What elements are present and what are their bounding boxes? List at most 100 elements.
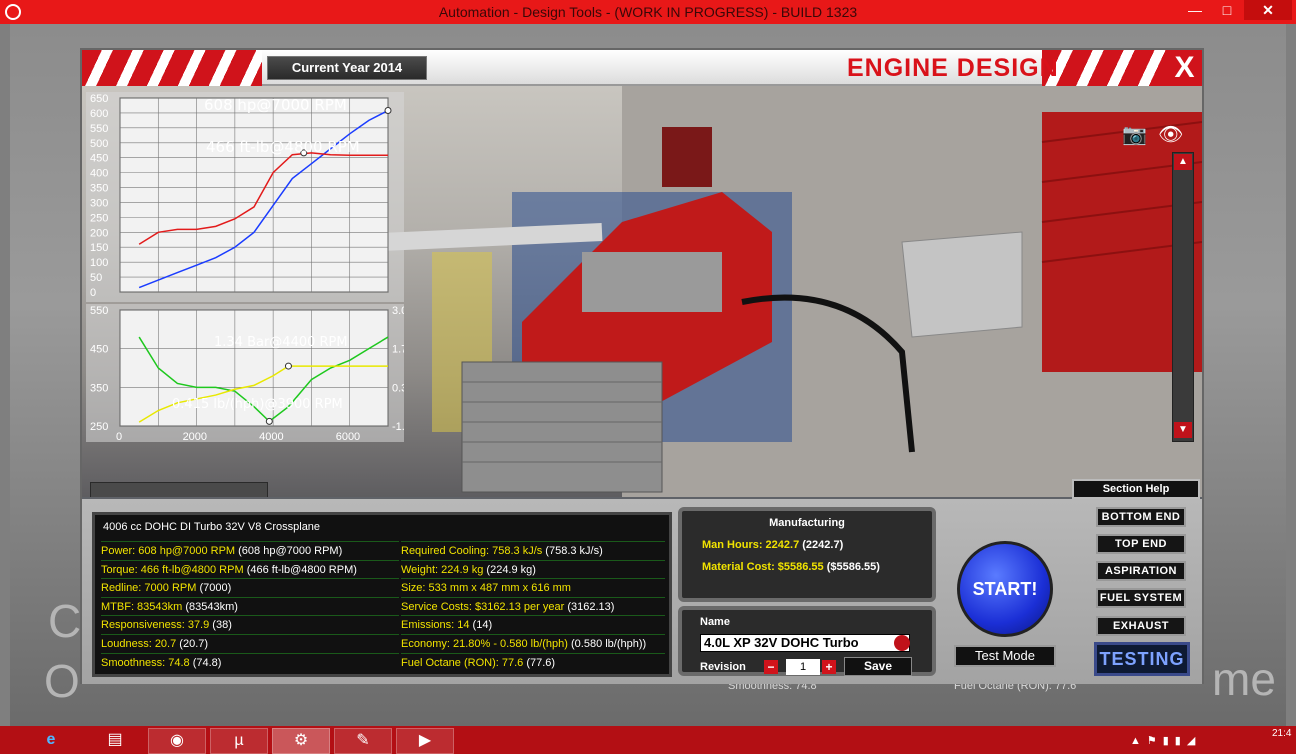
- stat-right-value: Weight: 224.9 kg: [401, 563, 484, 576]
- revision-increment-button[interactable]: +: [822, 660, 836, 674]
- stat-left-row: Loudness: 20.7 (20.7): [101, 634, 399, 652]
- stat-left-row: Redline: 7000 RPM (7000): [101, 578, 399, 596]
- engine-design-panel: 650 600 550 500 450 400 350 300 250 200 150 100 50 0 6…: [80, 48, 1204, 684]
- stat-left-extra: (466 ft-lb@4800 RPM): [243, 563, 357, 576]
- maximize-button[interactable]: □: [1212, 0, 1242, 20]
- stat-right-value: Service Costs: $3162.13 per year: [401, 600, 565, 613]
- scroll-up-icon[interactable]: ▲: [1174, 154, 1192, 170]
- eye-icon[interactable]: 👁: [1158, 122, 1183, 147]
- stat-right-row: Required Cooling: 758.3 kJ/s (758.3 kJ/s…: [401, 541, 665, 559]
- stat-right-row: Economy: 21.80% - 0.580 lb/(hph) (0.580 …: [401, 634, 665, 652]
- close-panel-button[interactable]: X: [1167, 50, 1202, 86]
- data-marker: [284, 362, 292, 370]
- y-tick-label: 250: [90, 421, 108, 433]
- y-tick-label: 500: [90, 138, 108, 150]
- engine-name-input[interactable]: 4.0L XP 32V DOHC Turbo: [700, 634, 910, 652]
- stat-right-value: Emissions: 14: [401, 619, 470, 632]
- stat-right-extra: (224.9 kg): [483, 563, 536, 576]
- automation-game-icon[interactable]: ⚙: [272, 728, 330, 754]
- man-hours-value: Man Hours: 2242.7: [702, 539, 800, 551]
- current-year: Current Year 2014: [267, 56, 427, 80]
- stat-right-extra: (758.3 kJ/s): [542, 545, 603, 557]
- stat-left-extra: (38): [209, 619, 232, 632]
- stat-right-extra: (77.6): [523, 656, 556, 669]
- nav-aspiration[interactable]: ASPIRATION: [1096, 561, 1186, 581]
- stat-right-extra: (14): [469, 619, 493, 632]
- view-slider[interactable]: [90, 482, 268, 497]
- reset-name-icon[interactable]: [894, 635, 910, 651]
- y2-tick-label: 1.7: [392, 344, 404, 356]
- save-button[interactable]: Save: [844, 657, 912, 676]
- y-tick-label: 650: [90, 93, 108, 105]
- media-player-icon[interactable]: ▶: [396, 728, 454, 754]
- x-tick-label: 4000: [259, 431, 283, 442]
- internet-explorer-icon[interactable]: e: [22, 728, 80, 754]
- name-label: Name: [700, 616, 730, 628]
- nav-fuel-system[interactable]: FUEL SYSTEM: [1096, 588, 1186, 608]
- engine-summary: 4006 cc DOHC DI Turbo 32V V8 Crossplane: [103, 521, 321, 533]
- stat-left-extra: (608 hp@7000 RPM): [235, 545, 343, 557]
- name-panel: Name 4.0L XP 32V DOHC Turbo Revision − 1…: [678, 606, 936, 676]
- y-tick-label: 200: [90, 227, 108, 239]
- material-cost-extra: ($5586.55): [826, 561, 880, 573]
- chart-annotation: 1.34 Bar@4400 RPM: [214, 335, 348, 350]
- stat-right-row: Weight: 224.9 kg (224.9 kg): [401, 559, 665, 578]
- stat-left-row: Torque: 466 ft-lb@4800 RPM (466 ft-lb@48…: [101, 559, 399, 578]
- stat-left-value: Responsiveness: 37.9: [101, 619, 210, 632]
- app-window: Automation - Design Tools - (WORK IN PRO…: [0, 0, 1296, 726]
- camera-icon[interactable]: 📷: [1122, 122, 1147, 147]
- stat-left-row: Responsiveness: 37.9 (38): [101, 615, 399, 633]
- utorrent-icon[interactable]: µ: [210, 728, 268, 754]
- revision-value: 1: [786, 659, 820, 675]
- header-stripes: [1042, 50, 1167, 86]
- nav-testing[interactable]: TESTING: [1094, 642, 1190, 676]
- background-text: me: [1212, 653, 1276, 705]
- y-tick-label: 550: [90, 123, 108, 135]
- stat-left-row: MTBF: 83543km (83543km): [101, 596, 399, 615]
- taskbar: e ▤ ◉ µ ⚙ ✎ ▶ ▲⚑▮▮◢ 21:4: [0, 726, 1296, 754]
- data-marker: [265, 417, 273, 425]
- nav-top-end[interactable]: TOP END: [1096, 534, 1186, 554]
- nav-exhaust[interactable]: EXHAUST: [1096, 616, 1186, 636]
- start-button[interactable]: START!: [957, 541, 1053, 637]
- zoom-scrollbar[interactable]: [1172, 152, 1194, 442]
- stat-left-extra: (7000): [196, 582, 232, 595]
- engine-stats-panel: 4006 cc DOHC DI Turbo 32V V8 Crossplane …: [92, 512, 672, 677]
- boost-economy-chart: 550 450 350 250 3.0 1.7 0.3 -1.0 0 2000 4000 6000 1.…: [86, 304, 404, 442]
- stat-left-row: Power: 608 hp@7000 RPM (608 hp@7000 RPM): [101, 541, 399, 559]
- y-tick-label: 450: [90, 153, 108, 165]
- y-tick-label: 250: [90, 212, 108, 224]
- material-cost: Material Cost: $5586.55 ($5586.55): [702, 561, 880, 573]
- power-torque-chart-svg: 6506005505004504003503002502001501005006…: [90, 93, 392, 299]
- manufacturing-title: Manufacturing: [769, 517, 845, 529]
- y-tick-label: 300: [90, 197, 108, 209]
- stat-left-row: Smoothness: 74.8 (74.8): [101, 652, 399, 671]
- revision-decrement-button[interactable]: −: [764, 660, 778, 674]
- bottom-panel: Section Help 4006 cc DOHC DI Turbo 32V V…: [82, 479, 1202, 684]
- stat-right-row: Service Costs: $3162.13 per year (3162.1…: [401, 596, 665, 615]
- stat-left-value: Smoothness: 74.8: [101, 656, 190, 669]
- chart-annotation: 0.415 lb/(hph)@3900 RPM: [172, 397, 343, 412]
- paint-icon[interactable]: ✎: [334, 728, 392, 754]
- x-tick-label: 6000: [336, 431, 360, 442]
- close-window-button[interactable]: ✕: [1244, 0, 1292, 20]
- scroll-down-icon[interactable]: ▼: [1174, 422, 1192, 438]
- engine-3d-view[interactable]: 650 600 550 500 450 400 350 300 250 200 150 100 50 0 6…: [82, 82, 1202, 497]
- nav-bottom-end[interactable]: BOTTOM END: [1096, 507, 1186, 527]
- clock: 21:4: [1272, 728, 1292, 739]
- man-hours-extra: (2242.7): [802, 539, 844, 551]
- test-mode-button[interactable]: Test Mode: [954, 645, 1056, 667]
- stat-right-row: Size: 533 mm x 487 mm x 616 mm: [401, 578, 665, 596]
- y-tick-label: 550: [90, 305, 108, 317]
- chart-annotation: 608 hp@7000 RPM: [204, 96, 347, 114]
- stat-left-extra: (74.8): [189, 656, 222, 669]
- y2-tick-label: -1.0: [392, 421, 404, 433]
- chrome-icon[interactable]: ◉: [148, 728, 206, 754]
- minimize-button[interactable]: —: [1180, 0, 1210, 20]
- system-tray[interactable]: ▲⚑▮▮◢: [1130, 734, 1201, 747]
- background-text: C: [48, 595, 82, 647]
- section-help-button[interactable]: Section Help: [1072, 479, 1200, 499]
- y-tick-label: 350: [90, 382, 108, 394]
- stat-left-value: Torque: 466 ft-lb@4800 RPM: [101, 563, 244, 576]
- file-explorer-icon[interactable]: ▤: [86, 728, 144, 754]
